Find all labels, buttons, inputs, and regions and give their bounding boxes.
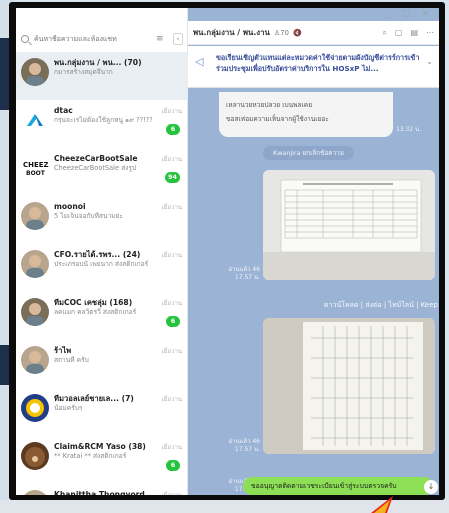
message-bubble[interactable]: เหลานวยหวยปลวย เบนพลเคย ขอสเห่อมความเห็น… (219, 92, 393, 137)
search-icon[interactable]: ⌕ (382, 28, 386, 38)
chat-preview: ** Kratai ** ส่งสติกเกอร์ (54, 452, 127, 460)
chat-header: พน.กลุ่มงาน / พน.งาน ♙70 🔇 ⌕ ▢ ▤ ⋯ (188, 21, 439, 45)
chat-name: dtac (54, 106, 73, 115)
chat-name: Claim&RCM Yaso (38) (54, 442, 146, 451)
chat-name: CFO.รายได้.รพร... (24) (54, 250, 141, 259)
cheeze-avatar: CHEEZEBOOT (21, 154, 49, 182)
svg-text:BOOT: BOOT (26, 170, 46, 177)
search-bar[interactable]: ≡ ‹ (16, 26, 188, 52)
chat-name: Khanittha Thongyord (54, 490, 145, 495)
chat-room: พน.กลุ่มงาน / พน.งาน ♙70 🔇 ⌕ ▢ ▤ ⋯ ◁ ขอเ… (188, 8, 439, 495)
message-area: เหลานวยหวยปลวย เบนพลเคย ขอสเห่อมความเห็น… (188, 88, 439, 495)
system-message: Kwanjira ยกเลิกข้อความ (263, 146, 354, 160)
search-input[interactable] (34, 35, 152, 43)
chat-list-item[interactable]: Khanittha ThongyordKhanittha Thongyord ส… (16, 484, 188, 495)
chat-time: เมื่อวาน (161, 396, 182, 403)
chat-list-item[interactable]: CFO.รายได้.รพร... (24) ประเภรอบนั่ เพยนาก… (16, 244, 188, 292)
forward-link[interactable]: ส่งต่อ (365, 301, 381, 309)
unread-badge: 6 (166, 316, 180, 327)
message-time: 13.32 น. (396, 126, 422, 133)
volleyball-avatar (21, 394, 49, 422)
keep-link[interactable]: Keep (421, 301, 438, 309)
chat-title: พน.กลุ่มงาน / พน.งาน (193, 27, 270, 37)
mute-icon[interactable]: 🔇 (293, 29, 302, 37)
chat-time: เมื่อวาน (161, 156, 182, 163)
chat-time: เมื่อวาน (161, 252, 182, 259)
chat-list-item[interactable]: ร้าไพ สถานที่ ครับ เมื่อวาน (16, 340, 188, 388)
window-controls[interactable]: _ □ × (387, 9, 433, 19)
chat-preview: กมารสร้างสมุดจึนาก (54, 68, 113, 76)
image-actions: ดาวน์โหลด | ส่งต่อ | ไทม์ไลน์ | Keep (324, 301, 438, 309)
chat-preview: ประเภรอบนั่ เพยนาก ส่งสติกเกอร์ (54, 260, 149, 268)
person-avatar (21, 250, 49, 278)
my-message-bubble[interactable]: ขออนุญาตติดตามเวชระเบียนเข้าสู่ระบบตรวจค… (243, 477, 433, 495)
person-avatar (21, 202, 49, 230)
chat-name: ร้าไพ (54, 346, 72, 355)
note-icon[interactable]: ▢ (395, 28, 403, 38)
chat-list-item[interactable]: CHEEZEBOOT CheezeCarBootSaleCheezeCarBoot… (16, 148, 188, 196)
megaphone-icon: ◁ (195, 55, 204, 68)
chat-list-item[interactable]: dtacกรุนจะเรไม่ต้องใช้ลูกหนู ๑๙ ??!?? Bu… (16, 100, 188, 148)
pointer-arrow-icon (371, 496, 393, 513)
announcement-text: ขอเรียนเชิญตัวแทนแต่ละหมวดค่าใช้จ่ายตามผ… (216, 53, 420, 73)
chevron-down-icon[interactable]: ⌄ (426, 57, 433, 66)
unread-badge: 94 (164, 172, 180, 183)
collapse-sidebar-button[interactable]: ‹ (173, 33, 183, 45)
chat-list-panel: ≡ ‹ พน.กลุ่มงาน / พน... (70)กมารสร้างสมุ… (16, 8, 188, 495)
chat-time: เมื่อวาน (161, 348, 182, 355)
read-receipt: อ่านแล้ว 46 17.57 น. (228, 438, 260, 453)
member-count[interactable]: ♙70 (274, 29, 289, 37)
line-app-window: ≡ ‹ พน.กลุ่มงาน / พน... (70)กมารสร้างสมุ… (16, 8, 439, 495)
chat-name: ทีมวอลเลย์ชายเล... (7) (54, 394, 134, 403)
chat-time: เมื่อวาน (161, 108, 182, 115)
message-line: ขอสเห่อมความเห็นจากผู้ใช้งานเยอะ (226, 115, 329, 123)
chat-preview: สถานที่ ครับ (54, 356, 89, 364)
chat-time: เมื่อวาน (161, 204, 182, 211)
group-avatar (21, 298, 49, 326)
read-receipt: อ่านแล้ว 46 17.57 น. (228, 266, 260, 281)
chat-time: เมื่อวาน (162, 490, 182, 495)
chat-list-item[interactable]: ทีมCOC เคชลุ่ม (168) ลคแมก คลวิตรวี่ ส่งส… (16, 292, 188, 340)
announcement-banner[interactable]: ◁ ขอเรียนเชิญตัวแทนแต่ละหมวดค่าใช้จ่ายตา… (188, 46, 439, 88)
person-avatar (21, 490, 49, 495)
chat-preview: กรุนจะเรไม่ต้องใช้ลูกหนู ๑๙ ??!?? Buddy … (54, 116, 152, 124)
files-icon[interactable]: ▤ (410, 28, 418, 38)
chat-name: พน.กลุ่มงาน / พน... (70) (54, 58, 142, 67)
scroll-down-button[interactable]: ↓ (424, 480, 438, 494)
dtac-avatar (21, 106, 49, 134)
person-avatar (21, 346, 49, 374)
chat-time: เมื่อวาน (161, 444, 182, 451)
menu-icon[interactable]: ≡ (156, 34, 164, 44)
unread-badge: 6 (166, 460, 180, 471)
chat-preview: น้อมครับๆ (54, 404, 83, 412)
chat-list-item[interactable]: moonoi 5 ไมเจ็นจอกับที่สนามย่ะ เมื่อวาน (16, 196, 188, 244)
chat-name: ทีมCOC เคชลุ่ม (168) (54, 298, 133, 307)
unread-badge: 6 (166, 124, 180, 135)
chat-list-item[interactable]: พน.กลุ่มงาน / พน... (70) กมารสร้างสมุดจึน… (16, 52, 188, 100)
chat-preview: 5 ไมเจ็นจอกับที่สนามย่ะ (54, 212, 123, 220)
image-message[interactable] (263, 318, 435, 454)
timeline-link[interactable]: ไทม์ไลน์ (389, 301, 414, 309)
search-icon (21, 35, 29, 43)
chat-name: moonoi (54, 202, 86, 211)
chat-list: พน.กลุ่มงาน / พน... (70) กมารสร้างสมุดจึน… (16, 52, 188, 495)
chat-list-item[interactable]: Claim&RCM Yaso (38) ** Kratai ** ส่งสติกเ… (16, 436, 188, 484)
chat-preview: CheezeCarBootSale ส่งรูป (54, 164, 137, 172)
chat-time: เมื่อวาน (161, 300, 182, 307)
group-avatar (21, 58, 49, 86)
more-icon[interactable]: ⋯ (426, 28, 434, 38)
image-message[interactable] (263, 170, 435, 280)
message-line: เหลานวยหวยปลวย เบนพลเคย (226, 101, 313, 109)
bear-avatar-avatar (21, 442, 49, 470)
chat-list-item[interactable]: ทีมวอลเลย์ชายเล... (7) น้อมครับๆ เมื่อวาน (16, 388, 188, 436)
chat-name: CheezeCarBootSale (54, 154, 138, 163)
svg-text:CHEEZE: CHEEZE (23, 161, 49, 169)
download-link[interactable]: ดาวน์โหลด (324, 301, 358, 309)
chat-preview: ลคแมก คลวิตรวี่ ส่งสติกเกอร์ (54, 308, 137, 316)
